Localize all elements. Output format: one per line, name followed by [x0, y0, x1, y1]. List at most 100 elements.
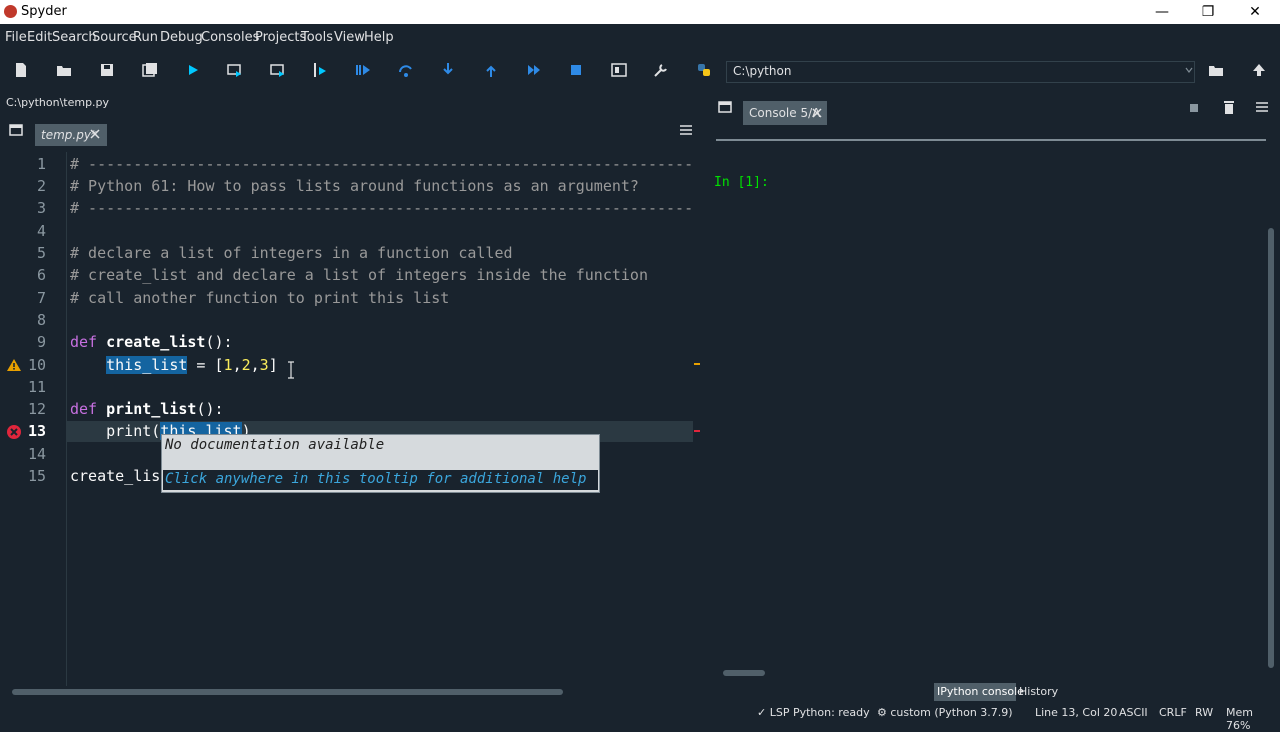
- tooltip-text: No documentation available: [165, 437, 385, 453]
- console-prompt: In [1]:: [714, 175, 769, 190]
- menu-run[interactable]: Run: [133, 30, 158, 45]
- number: 2: [241, 356, 251, 374]
- menu-view[interactable]: View: [334, 30, 365, 45]
- lsp-status-text: LSP Python: ready: [769, 706, 870, 719]
- function-name: print_list: [106, 400, 197, 418]
- number: 3: [259, 356, 269, 374]
- save-icon[interactable]: [99, 62, 115, 78]
- chevron-down-icon[interactable]: [1185, 65, 1193, 75]
- cursor-position: Line 13, Col 20: [1035, 706, 1118, 719]
- code-line: # call another function to print this li…: [70, 289, 450, 307]
- error-marker: [694, 430, 700, 432]
- step-into-icon[interactable]: [440, 62, 456, 78]
- console-tab-label: Console 5/A: [749, 106, 821, 120]
- line-number: 6: [36, 266, 46, 284]
- warning-icon[interactable]: [6, 358, 22, 372]
- error-icon[interactable]: [6, 424, 22, 440]
- keyword-def: def: [70, 400, 98, 418]
- clear-console-icon[interactable]: [1223, 100, 1235, 114]
- tab-history[interactable]: History: [1019, 685, 1058, 698]
- menu-source[interactable]: Source: [92, 30, 137, 45]
- run-cell-advance-icon[interactable]: [270, 62, 286, 78]
- menu-debug[interactable]: Debug: [160, 30, 203, 45]
- line-number: 3: [36, 199, 46, 217]
- console-output[interactable]: [713, 126, 1268, 676]
- parent-dir-icon[interactable]: [1251, 62, 1267, 78]
- browse-folder-icon[interactable]: [1208, 62, 1224, 78]
- continue-icon[interactable]: [526, 62, 542, 78]
- close-tab-icon[interactable]: [812, 108, 822, 118]
- console-vertical-scrollbar[interactable]: [1268, 228, 1274, 668]
- keyword-def: def: [70, 333, 98, 351]
- code-line: this_list = [1,2,3]: [106, 356, 278, 374]
- line-number: 15: [27, 467, 46, 485]
- code-line: # declare a list of integers in a functi…: [70, 244, 513, 262]
- close-tab-icon[interactable]: [90, 129, 100, 139]
- menu-tools[interactable]: Tools: [301, 30, 333, 45]
- code-line: # Python 61: How to pass lists around fu…: [70, 177, 639, 195]
- code-token: ():: [196, 400, 224, 418]
- tooltip-help-link[interactable]: Click anywhere in this tooltip for addit…: [165, 471, 586, 487]
- menu-search[interactable]: Search: [52, 30, 97, 45]
- maximize-pane-icon[interactable]: [611, 62, 627, 78]
- window-title: Spyder: [21, 4, 67, 19]
- open-folder-icon[interactable]: [56, 62, 72, 78]
- editor-horizontal-scrollbar[interactable]: [12, 689, 563, 695]
- line-number: 7: [36, 289, 46, 307]
- code-line: create_lis: [70, 467, 161, 485]
- code-line: # --------------------------------------…: [70, 155, 693, 173]
- code-token: ():: [205, 333, 233, 351]
- rw-mode: RW: [1195, 706, 1214, 719]
- number: 1: [223, 356, 233, 374]
- working-directory-combo[interactable]: [726, 61, 1195, 83]
- browse-tabs-icon[interactable]: [718, 101, 732, 113]
- title-bar: [0, 0, 1280, 24]
- save-all-icon[interactable]: [142, 62, 158, 78]
- options-menu-icon[interactable]: [1256, 102, 1268, 112]
- browse-tabs-icon[interactable]: [9, 124, 23, 136]
- line-number: 10: [27, 356, 46, 374]
- code-editor[interactable]: [4, 152, 694, 686]
- run-icon[interactable]: [185, 62, 201, 78]
- line-number: 11: [27, 378, 46, 396]
- maximize-button[interactable]: ❐: [1193, 2, 1223, 22]
- memory-usage: Mem 76%: [1226, 706, 1253, 732]
- line-number: 5: [36, 244, 46, 262]
- debug-icon[interactable]: [355, 62, 371, 78]
- menu-edit[interactable]: Edit: [27, 30, 52, 45]
- new-file-icon[interactable]: [13, 62, 29, 78]
- step-icon[interactable]: [398, 62, 414, 78]
- env-status-text: custom (Python 3.7.9): [890, 706, 1013, 719]
- editor-file-path: C:\python\temp.py: [6, 96, 110, 109]
- code-line: def print_list():: [70, 400, 224, 418]
- spyder-logo-icon: [4, 5, 17, 18]
- stop-kernel-icon[interactable]: [1190, 104, 1198, 112]
- options-menu-icon[interactable]: [680, 125, 692, 135]
- file-encoding: ASCII: [1119, 706, 1148, 719]
- working-directory-text: C:\python: [733, 64, 792, 78]
- python-path-icon[interactable]: [696, 62, 712, 78]
- line-number: 8: [36, 311, 46, 329]
- line-number: 1: [36, 155, 46, 173]
- text-cursor-icon: [288, 361, 294, 379]
- run-selection-icon[interactable]: [312, 62, 328, 78]
- menu-projects[interactable]: Projects: [255, 30, 306, 45]
- menu-consoles[interactable]: Consoles: [201, 30, 259, 45]
- close-window-button[interactable]: ✕: [1240, 2, 1270, 22]
- line-number: 12: [27, 400, 46, 418]
- minimize-button[interactable]: —: [1147, 2, 1177, 22]
- editor-tab-bar: [2, 120, 703, 150]
- menu-file[interactable]: File: [5, 30, 27, 45]
- stop-icon[interactable]: [568, 62, 584, 78]
- console-horizontal-scrollbar[interactable]: [723, 670, 765, 676]
- menu-help[interactable]: Help: [364, 30, 394, 45]
- preferences-icon[interactable]: [653, 62, 669, 78]
- function-name: create_list: [106, 333, 206, 351]
- editor-tab-label: temp.py*: [41, 128, 97, 142]
- env-status[interactable]: ⚙ custom (Python 3.7.9): [877, 706, 1013, 719]
- run-cell-icon[interactable]: [227, 62, 243, 78]
- step-return-icon[interactable]: [483, 62, 499, 78]
- line-number-current: 13: [27, 422, 46, 440]
- console-divider: [716, 139, 1266, 141]
- tab-ipython-console-label: IPython console: [937, 685, 1024, 698]
